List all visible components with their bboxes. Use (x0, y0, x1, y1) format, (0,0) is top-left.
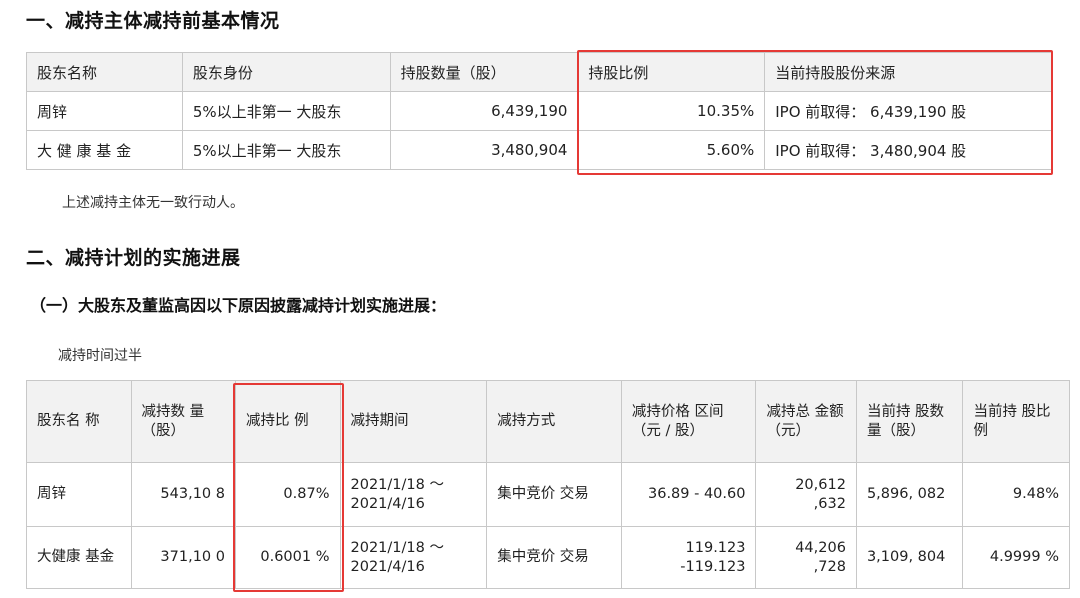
reduction-progress-table: 股东名 称 减持数 量（股） 减持比 例 减持期间 减持方式 减持价格 区间（元… (26, 380, 1070, 589)
shares-held: 6,439,190 (389, 91, 579, 131)
current-shares: 3,109, 804 (855, 526, 964, 589)
shareholder-name: 周锌 (26, 462, 132, 527)
table-row: 周锌 543,10 8 0.87% 2021/1/18 ～ 2021/4/16 … (26, 462, 1070, 527)
header-cell: 减持数 量（股） (130, 380, 236, 463)
header-cell: 持股数量（股） (389, 52, 579, 92)
reduction-period: 2021/1/18 ～ 2021/4/16 (339, 526, 488, 589)
shareholder-name: 大健康 基金 (26, 526, 132, 589)
header-cell: 当前持 股比例 (962, 380, 1070, 463)
header-cell: 股东身份 (181, 52, 391, 92)
table-row: 大 健 康 基 金 5%以上非第一 大股东 3,480,904 5.60% IP… (26, 130, 1052, 170)
share-source: IPO 前取得： 6,439,190 股 (764, 91, 1052, 131)
holdings-before-table: 股东名称 股东身份 持股数量（股） 持股比例 当前持股股份来源 周锌 5%以上非… (26, 52, 1052, 170)
holding-ratio: 10.35% (577, 91, 766, 131)
reduced-shares: 371,10 0 (130, 526, 236, 589)
table-header-row: 股东名 称 减持数 量（股） 减持比 例 减持期间 减持方式 减持价格 区间（元… (26, 380, 1070, 463)
total-amount: 20,612 ,632 (755, 462, 857, 527)
header-cell: 股东名称 (26, 52, 183, 92)
shareholder-name: 周锌 (26, 91, 183, 131)
total-amount: 44,206 ,728 (755, 526, 857, 589)
header-cell: 当前持股股份来源 (764, 52, 1052, 92)
section1-heading: 一、减持主体减持前基本情况 (26, 10, 280, 32)
current-shares: 5,896, 082 (855, 462, 964, 527)
header-cell: 股东名 称 (26, 380, 132, 463)
header-cell: 减持总 金额（元） (755, 380, 857, 463)
reduction-period: 2021/1/18 ～ 2021/4/16 (339, 462, 488, 527)
header-cell: 减持价格 区间（元 / 股） (620, 380, 757, 463)
header-cell: 减持比 例 (235, 380, 341, 463)
reduced-ratio: 0.87% (235, 462, 341, 527)
price-range: 119.123 -119.123 (620, 526, 757, 589)
shares-held: 3,480,904 (389, 130, 579, 170)
reduction-method: 集中竞价 交易 (486, 526, 622, 589)
header-cell: 减持期间 (339, 380, 488, 463)
shareholder-name: 大 健 康 基 金 (26, 130, 183, 170)
reason-text: 减持时间过半 (58, 348, 142, 364)
current-ratio: 4.9999 % (962, 526, 1070, 589)
shareholder-identity: 5%以上非第一 大股东 (181, 130, 391, 170)
holding-ratio: 5.60% (577, 130, 766, 170)
reduction-method: 集中竞价 交易 (486, 462, 622, 527)
header-cell: 当前持 股数量（股） (855, 380, 964, 463)
section1-note: 上述减持主体无一致行动人。 (62, 195, 244, 211)
section2-subheading: （一）大股东及董监高因以下原因披露减持计划实施进展： (30, 296, 447, 315)
reduced-ratio: 0.6001 % (235, 526, 341, 589)
price-range: 36.89 - 40.60 (620, 462, 757, 527)
current-ratio: 9.48% (962, 462, 1070, 527)
table-header-row: 股东名称 股东身份 持股数量（股） 持股比例 当前持股股份来源 (26, 52, 1052, 92)
share-source: IPO 前取得： 3,480,904 股 (764, 130, 1052, 170)
shareholder-identity: 5%以上非第一 大股东 (181, 91, 391, 131)
header-cell: 减持方式 (486, 380, 622, 463)
table-row: 大健康 基金 371,10 0 0.6001 % 2021/1/18 ～ 202… (26, 526, 1070, 589)
reduced-shares: 543,10 8 (130, 462, 236, 527)
section2-heading: 二、减持计划的实施进展 (26, 247, 241, 269)
table-row: 周锌 5%以上非第一 大股东 6,439,190 10.35% IPO 前取得：… (26, 91, 1052, 131)
header-cell: 持股比例 (577, 52, 766, 92)
